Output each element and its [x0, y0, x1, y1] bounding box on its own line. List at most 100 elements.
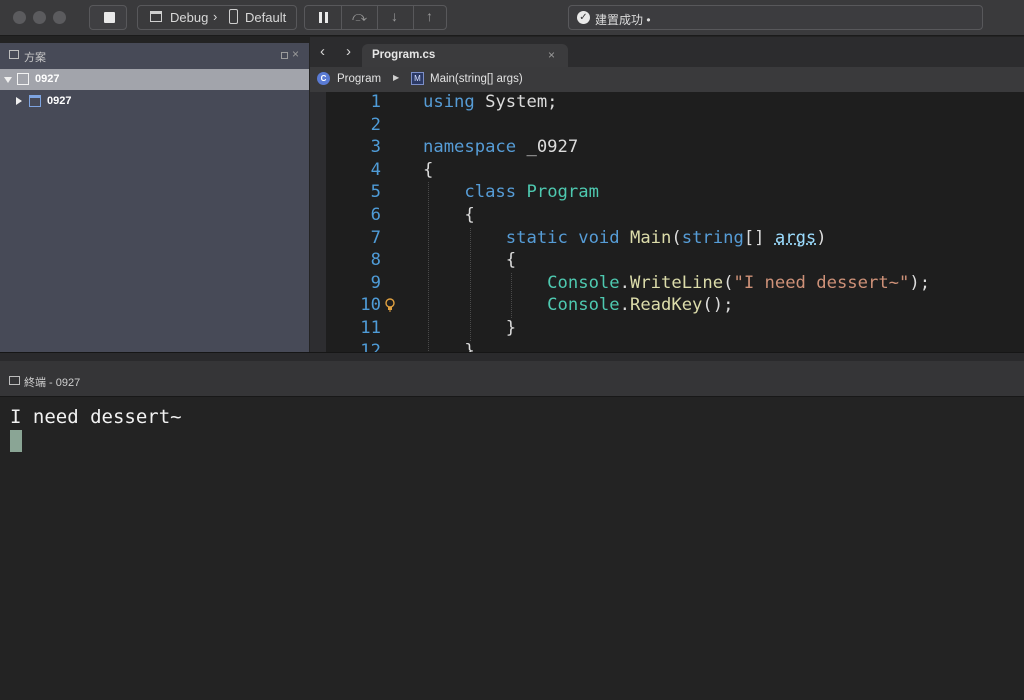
code-token: . [619, 295, 630, 316]
close-pad-icon[interactable]: × [292, 47, 299, 61]
collapse-chevron-icon[interactable] [16, 97, 22, 105]
stop-button[interactable] [89, 5, 127, 30]
code-token: using [423, 92, 475, 112]
code-token: ( [723, 272, 734, 293]
terminal-pane[interactable]: I need dessert~ [0, 397, 1024, 700]
lightbulb-icon[interactable] [384, 298, 396, 312]
pause-icon [319, 12, 322, 23]
breadcrumb-class[interactable]: Program [337, 73, 381, 85]
terminal-title: 終端 - 0927 [24, 377, 81, 389]
code-line[interactable]: 4{ [310, 159, 1024, 182]
step-into-button[interactable]: ↓ [378, 6, 413, 29]
document-tab-bar: ‹ › Program.cs × [310, 37, 1024, 67]
debug-controls: ⤼ ↓ ↑ [304, 5, 447, 30]
line-number: 8 [370, 250, 381, 271]
expand-chevron-icon[interactable] [4, 77, 12, 83]
chevron-right-icon: › [213, 9, 218, 24]
line-number: 7 [370, 227, 381, 248]
solution-pad-icon [9, 50, 19, 59]
code-token: { [423, 159, 434, 180]
terminal-icon [9, 376, 20, 385]
code-text: { [423, 159, 433, 182]
code-line[interactable]: 1 using System; [310, 92, 1024, 114]
code-text: { [423, 204, 475, 227]
indent-guide [510, 272, 512, 318]
code-token: Program [526, 182, 599, 203]
tree-item-project[interactable]: 0927 [0, 91, 309, 112]
code-text: Console.WriteLine("I need dessert~"); [423, 272, 930, 295]
line-number: 5 [370, 182, 381, 203]
code-token: _0927 [516, 137, 579, 158]
line-number: 3 [370, 137, 381, 158]
code-text: namespace _0927 [423, 136, 578, 159]
nav-forward-icon[interactable]: › [346, 43, 351, 60]
code-line[interactable]: 3 namespace _0927 [310, 136, 1024, 159]
breadcrumb-method[interactable]: Main(string[] args) [430, 73, 523, 85]
project-icon [29, 95, 41, 107]
code-token: WriteLine [629, 272, 724, 293]
code-token: class [423, 182, 517, 203]
line-number: 12 [360, 340, 381, 352]
code-line[interactable]: 6 { [310, 204, 1024, 227]
device-icon [229, 9, 238, 24]
tree-item-label: 0927 [47, 95, 72, 107]
solution-pad-title: 方案 [24, 52, 46, 64]
terminal-cursor [10, 430, 22, 452]
code-line[interactable]: 5 class Program [310, 181, 1024, 204]
step-out-button[interactable]: ↑ [414, 6, 446, 29]
maximize-pad-icon[interactable] [281, 52, 288, 59]
main-toolbar: Debug › Default ⤼ ↓ ↑ ✓ 建置成功 • [0, 0, 1024, 36]
line-number: 2 [370, 114, 381, 135]
close-tab-icon[interactable]: × [548, 48, 555, 62]
code-editor[interactable]: 1 using System; 2 3 namespace _0927 4{5 class… [310, 92, 1024, 352]
breadcrumb: C Program ▶ M Main(string[] args) [310, 67, 1024, 92]
code-token: ) [816, 227, 827, 248]
line-number: 9 [370, 272, 381, 293]
device-label: Default [245, 10, 287, 25]
build-status-bar: ✓ 建置成功 • [568, 5, 983, 30]
terminal-output: I need dessert~ [10, 406, 182, 428]
minimize-window-button[interactable] [33, 11, 46, 24]
nav-back-icon[interactable]: ‹ [320, 43, 325, 60]
line-number: 1 [370, 92, 381, 112]
terminal-header: 終端 - 0927 [0, 361, 1024, 397]
indent-guide [469, 227, 471, 341]
line-number: 10 [360, 295, 381, 316]
close-window-button[interactable] [13, 11, 26, 24]
pause-button[interactable] [305, 6, 341, 29]
code-token: Console [423, 272, 620, 293]
code-line[interactable]: 8 { [310, 249, 1024, 272]
solution-pad-header: 方案 × [0, 43, 309, 68]
code-line[interactable]: 9 Console.WriteLine("I need dessert~"); [310, 272, 1024, 295]
run-configuration-selector[interactable]: Debug › Default [137, 5, 297, 30]
method-icon: M [411, 72, 424, 85]
checkmark-icon: ✓ [577, 11, 590, 24]
step-out-icon: ↑ [426, 8, 433, 24]
solution-pad: 方案 × 0927 0927 [0, 43, 309, 352]
code-token: ( [671, 227, 682, 248]
code-line[interactable]: 10 Console.ReadKey(); [310, 294, 1024, 317]
step-over-button[interactable]: ⤼ [342, 6, 377, 29]
tree-item-label: 0927 [35, 73, 60, 85]
solution-icon [17, 73, 29, 85]
code-line[interactable]: 12 } [310, 340, 1024, 352]
step-into-icon: ↓ [391, 8, 398, 24]
code-line[interactable]: 2 [310, 114, 1024, 137]
code-token: args [774, 227, 817, 248]
build-status-text: 建置成功 • [595, 13, 651, 27]
tab-program-cs[interactable]: Program.cs × [362, 44, 568, 67]
tree-item-solution[interactable]: 0927 [0, 69, 309, 90]
code-line[interactable]: 11 } [310, 317, 1024, 340]
zoom-window-button[interactable] [53, 11, 66, 24]
code-token: static void [423, 227, 620, 248]
code-token: (); [702, 295, 734, 316]
code-text: using System; [423, 92, 558, 114]
pane-splitter[interactable] [0, 352, 1024, 361]
code-token: string [681, 227, 744, 248]
breadcrumb-separator-icon: ▶ [393, 73, 400, 82]
configuration-label: Debug [170, 10, 209, 25]
code-token: { [423, 205, 475, 225]
code-line[interactable]: 7 static void Main(string[] args) [310, 227, 1024, 250]
